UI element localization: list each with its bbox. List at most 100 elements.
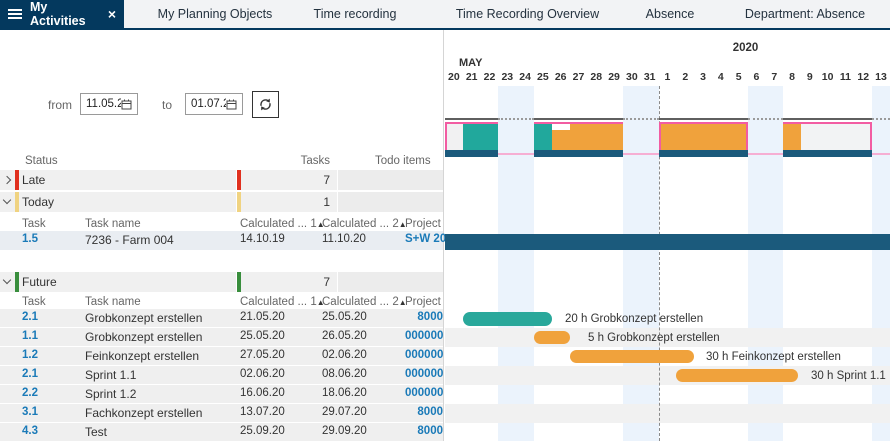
capacity-line-weekend	[498, 118, 534, 120]
task-link[interactable]: 1.2	[22, 349, 38, 361]
group-row-today[interactable]: Today 1	[0, 192, 443, 212]
from-date-input[interactable]	[81, 98, 121, 110]
tab-time-recording[interactable]: Time recording	[290, 0, 420, 28]
task-row[interactable]: 3.1 Fachkonzept erstellen 13.07.20 29.07…	[0, 404, 443, 422]
group-row-future[interactable]: Future 7	[0, 272, 443, 292]
gantt-bar-grobkonzept-teal[interactable]	[463, 312, 552, 326]
capacity-line	[534, 118, 623, 120]
task-link[interactable]: 1.1	[22, 330, 38, 342]
to-date-field[interactable]	[185, 93, 243, 115]
project-link[interactable]: 8000	[405, 311, 443, 323]
gantt-bar-label: 20 h Grobkonzept erstellen	[565, 313, 703, 325]
project-link[interactable]: 000000	[405, 349, 443, 361]
task-row[interactable]: 2.2 Sprint 1.2 16.06.20 18.06.20 000000	[0, 385, 443, 403]
task-row[interactable]: 2.1 Grobkonzept erstellen 21.05.20 25.05…	[0, 309, 443, 327]
task-name: Grobkonzept erstellen	[85, 330, 202, 344]
gantt-day-scale[interactable]: 20 21 22 23 24 25 26 27 28 29 30 31 1 2 …	[445, 71, 890, 86]
task-link[interactable]: 4.3	[22, 425, 38, 437]
task-row[interactable]: 2.1 Sprint 1.1 02.06.20 08.06.20 000000	[0, 366, 443, 384]
project-col-header: Project	[405, 296, 441, 308]
my-activities-app: My Activities × My Planning Objects Time…	[0, 0, 890, 441]
tab-department-absence[interactable]: Department: Absence	[725, 0, 885, 28]
weekend-column	[872, 86, 890, 441]
to-label: to	[162, 98, 172, 112]
booked-time-strip	[659, 150, 748, 157]
capacity-line	[783, 118, 872, 120]
task-link[interactable]: 2.1	[22, 311, 38, 323]
day-tick: 8	[783, 71, 801, 86]
utilization-bar-teal	[534, 124, 552, 150]
project-span-bar[interactable]	[445, 234, 890, 250]
day-tick: 31	[641, 71, 659, 86]
capacity-line-weekend	[748, 118, 784, 120]
calculated2-col-header[interactable]: Calculated ... 2▲	[322, 296, 407, 308]
task-row[interactable]: 1.1 Grobkonzept erstellen 25.05.20 26.05…	[0, 328, 443, 346]
gantt-bar-sprint-1-1[interactable]	[676, 369, 798, 382]
day-tick: 25	[534, 71, 552, 86]
calculated-date-2: 25.05.20	[322, 311, 367, 323]
gantt-bar-feinkonzept[interactable]	[570, 350, 694, 363]
utilization-bar-orange-partial	[552, 130, 570, 150]
task-link[interactable]: 2.2	[22, 387, 38, 399]
gantt-bar-grobkonzept-orange[interactable]	[534, 331, 570, 344]
calendar-icon[interactable]	[121, 99, 132, 110]
collapse-chevron-icon[interactable]	[3, 276, 11, 284]
row-stripe	[445, 404, 890, 423]
task-row[interactable]: 1.2 Feinkonzept erstellen 27.05.20 02.06…	[0, 347, 443, 365]
day-tick: 4	[712, 71, 730, 86]
tab-absence[interactable]: Absence	[625, 0, 715, 28]
project-link[interactable]: 000000	[405, 387, 443, 399]
task-link[interactable]: 3.1	[22, 406, 38, 418]
group-task-count: 7	[245, 173, 330, 187]
capacity-limit-weekend	[623, 153, 659, 155]
todo-items-cell	[337, 170, 443, 190]
future-status-indicator	[237, 272, 241, 292]
late-status-indicator	[237, 170, 241, 190]
day-tick: 3	[694, 71, 712, 86]
task-row-1-5[interactable]: 1.5 7236 - Farm 004 14.10.19 11.10.20 S+…	[0, 231, 443, 250]
tab-my-planning-objects[interactable]: My Planning Objects	[140, 0, 290, 28]
task-name: Sprint 1.2	[85, 387, 136, 401]
day-tick: 5	[730, 71, 748, 86]
tab-time-recording-overview[interactable]: Time Recording Overview	[440, 0, 615, 28]
calculated2-col-header[interactable]: Calculated ... 2▲	[322, 218, 407, 230]
calendar-icon[interactable]	[226, 99, 237, 110]
future-status-indicator	[15, 272, 19, 292]
calculated1-col-header[interactable]: Calculated ... 1▲	[240, 296, 325, 308]
task-panel: from to	[0, 30, 444, 441]
calculated-date-2: 18.06.20	[322, 387, 367, 399]
project-link[interactable]: 8000	[405, 406, 443, 418]
calculated-date-2: 02.06.20	[322, 349, 367, 361]
task-link[interactable]: 2.1	[22, 368, 38, 380]
menu-icon[interactable]	[8, 13, 22, 15]
refresh-button[interactable]	[252, 91, 279, 118]
group-row-late[interactable]: Late 7	[0, 170, 443, 190]
today-status-indicator	[237, 192, 241, 212]
project-link[interactable]: S+W 20X	[405, 233, 443, 245]
project-link[interactable]: 000000	[405, 330, 443, 342]
day-tick: 1	[659, 71, 677, 86]
todo-items-cell	[337, 272, 443, 292]
gantt-year-label: 2020	[445, 42, 890, 54]
close-icon[interactable]: ×	[108, 6, 116, 22]
task-link[interactable]: 1.5	[22, 233, 38, 245]
gantt-body[interactable]: 20 h Grobkonzept erstellen 5 h Grobkonze…	[445, 86, 890, 441]
project-link[interactable]: 000000	[405, 368, 443, 380]
collapse-chevron-icon[interactable]	[3, 196, 11, 204]
group-label: Future	[22, 275, 57, 289]
expand-chevron-icon[interactable]	[3, 176, 11, 184]
day-tick: 13	[872, 71, 890, 86]
to-date-input[interactable]	[186, 98, 226, 110]
capacity-line-weekend	[623, 118, 659, 120]
calculated1-col-header[interactable]: Calculated ... 1▲	[240, 218, 325, 230]
gantt-month-label: MAY	[459, 57, 482, 69]
task-name: Fachkonzept erstellen	[85, 406, 202, 420]
tab-my-activities[interactable]: My Activities ×	[0, 0, 124, 28]
todo-items-cell	[337, 192, 443, 212]
project-link[interactable]: 8000	[405, 425, 443, 437]
task-row[interactable]: 4.3 Test 25.09.20 29.09.20 8000	[0, 423, 443, 441]
capacity-limit-weekend	[498, 153, 534, 155]
calculated-date-1: 25.09.20	[240, 425, 285, 437]
from-date-field[interactable]	[80, 93, 138, 115]
capacity-line-weekend	[872, 118, 890, 120]
